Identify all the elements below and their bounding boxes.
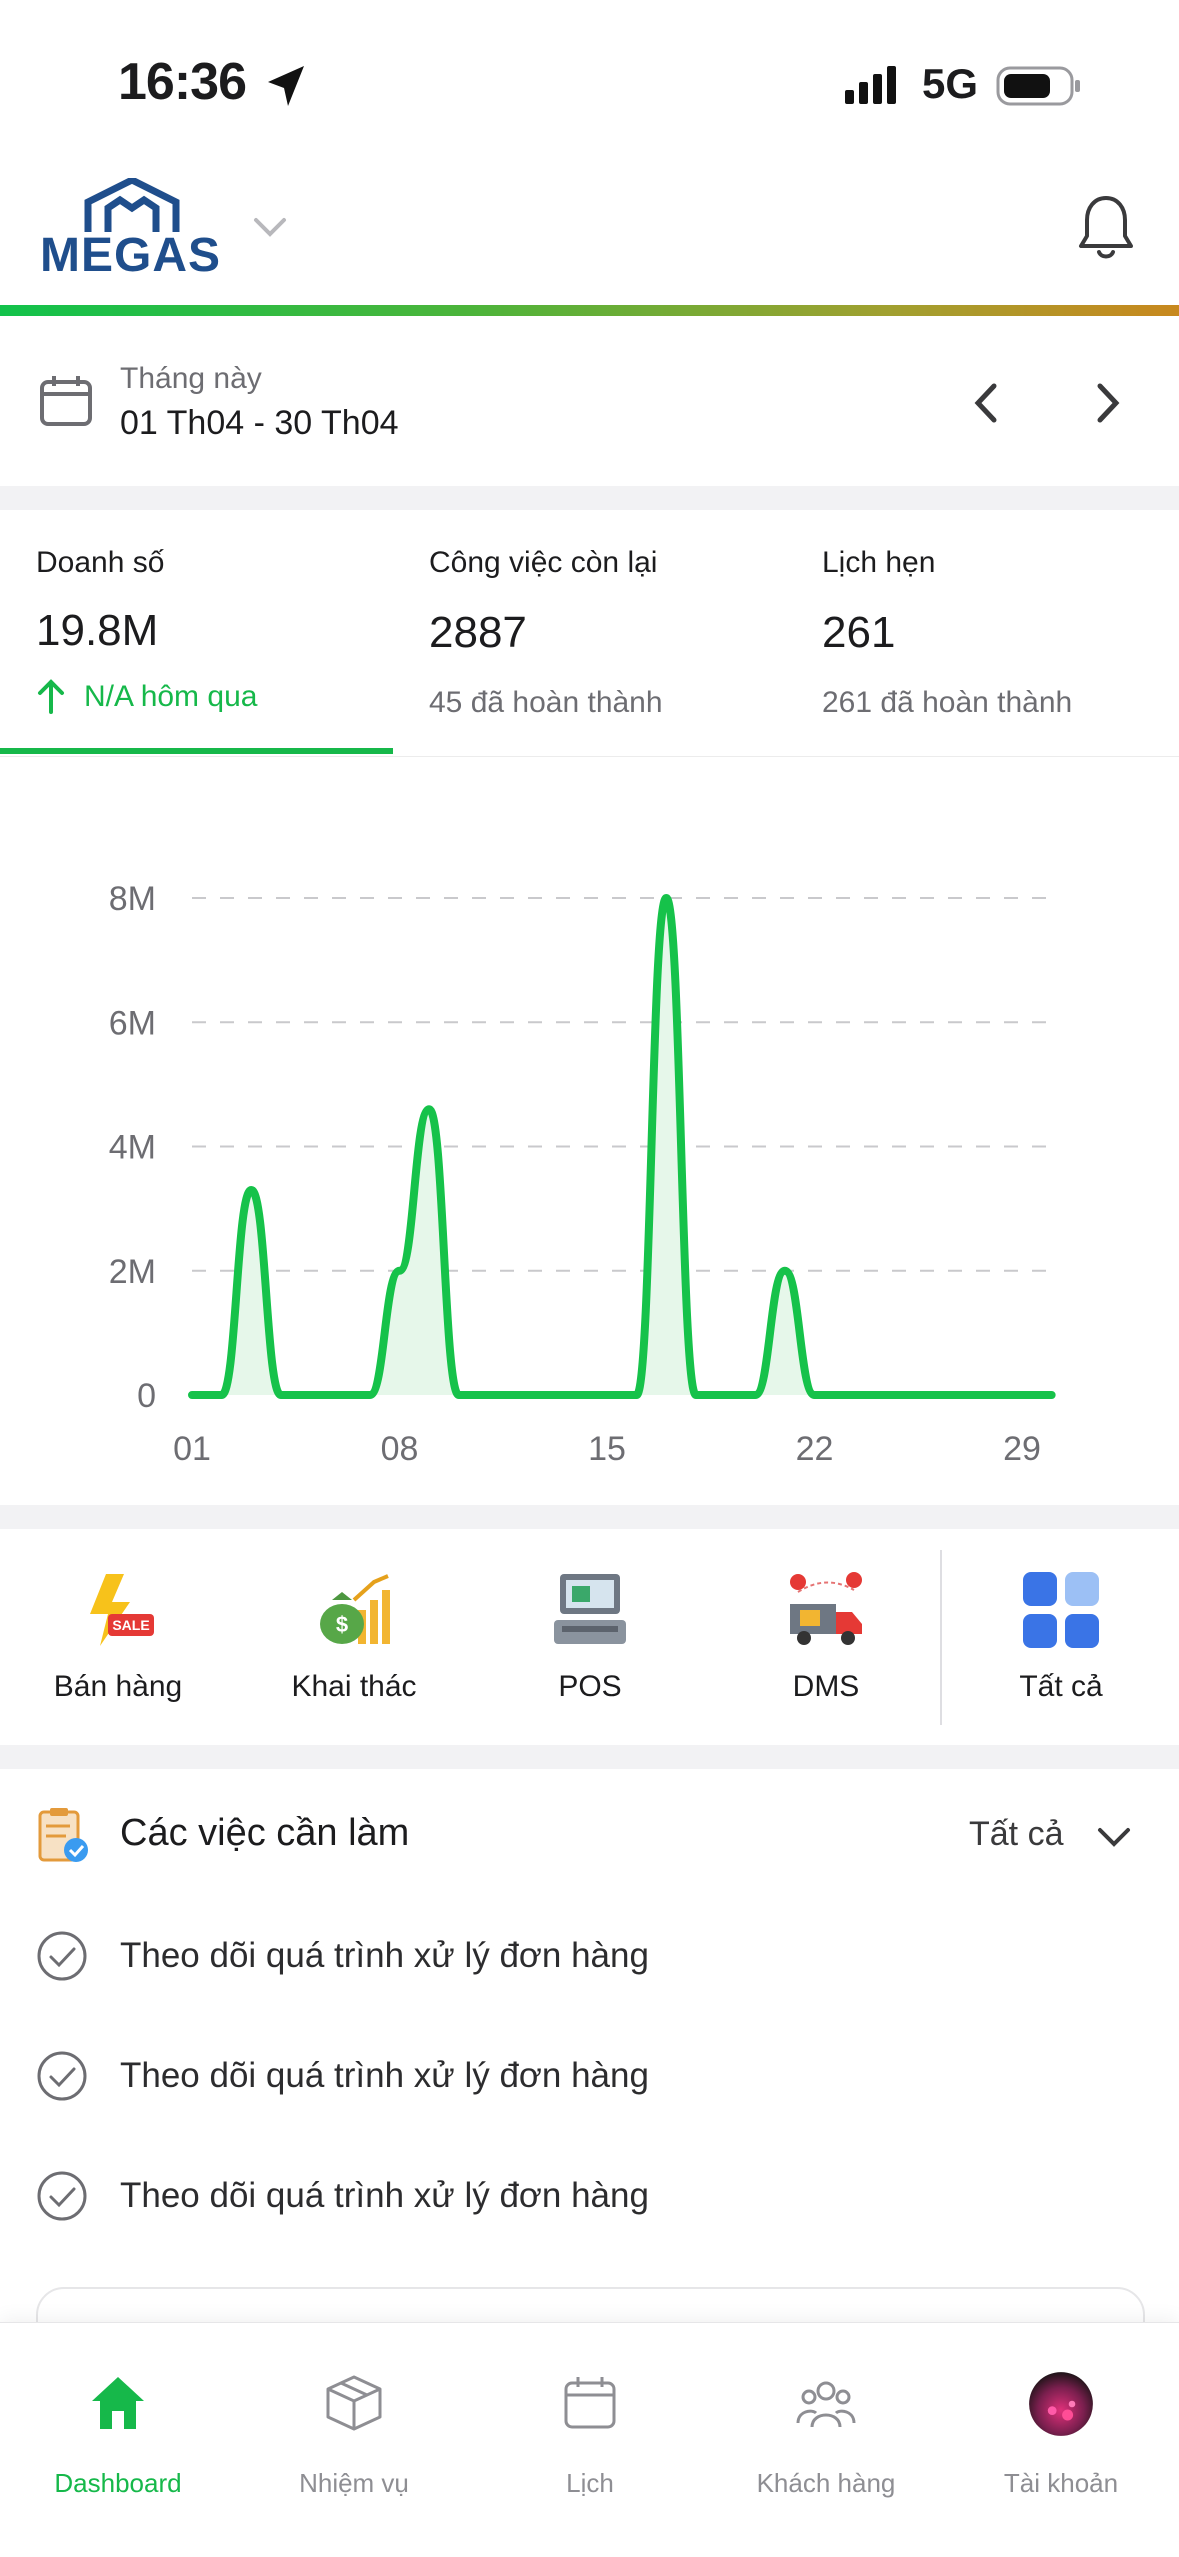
kpi-active-indicator	[0, 748, 393, 754]
quick-action-label: Tất cả	[1019, 1670, 1103, 1703]
money-growth-icon: $	[320, 1574, 390, 1644]
kpi-title: Công việc còn lại	[429, 546, 658, 579]
nav-label: Tài khoản	[1003, 2468, 1119, 2498]
quick-action-sale[interactable]: SALE Bán hàng	[0, 1545, 236, 1725]
nav-tasks[interactable]: Nhiệm vụ	[236, 2353, 472, 2503]
sale-lightning-icon: SALE	[90, 1574, 154, 1646]
svg-text:$: $	[336, 1612, 348, 1637]
chevron-down-icon[interactable]	[1094, 1820, 1134, 1854]
chart-y-tick-label: 0	[137, 1377, 156, 1415]
chart-y-tick-label: 2M	[109, 1253, 156, 1291]
pos-terminal-icon	[554, 1574, 626, 1644]
signal-icon	[845, 66, 896, 104]
kpi-divider	[0, 756, 1179, 757]
todo-item[interactable]: Theo dõi quá trình xử lý đơn hàng	[0, 2152, 1179, 2242]
kpi-sub: 45 đã hoàn thành	[429, 686, 663, 719]
quick-action-all[interactable]: Tất cả	[943, 1545, 1179, 1725]
home-icon	[92, 2377, 144, 2429]
nav-label: Nhiệm vụ	[299, 2468, 409, 2498]
nav-label: Dashboard	[54, 2468, 182, 2498]
date-range-value: 01 Th04 - 30 Th04	[120, 404, 399, 442]
check-circle-icon[interactable]	[36, 2050, 88, 2102]
quick-action-exploit[interactable]: $ Khai thác	[236, 1545, 472, 1725]
avatar-icon	[1029, 2372, 1093, 2436]
nav-calendar[interactable]: Lịch	[472, 2353, 708, 2503]
nav-label: Lịch	[566, 2468, 614, 2498]
check-circle-icon[interactable]	[36, 2170, 88, 2222]
grid-apps-icon	[1023, 1572, 1099, 1648]
chart-x-tick-label: 29	[1003, 1430, 1041, 1468]
calendar-icon	[40, 376, 92, 426]
location-arrow-icon	[268, 66, 304, 106]
chevron-right-icon[interactable]	[1088, 378, 1128, 428]
todo-item-text: Theo dõi quá trình xử lý đơn hàng	[120, 1936, 649, 1975]
quick-action-label: Khai thác	[291, 1670, 417, 1703]
box-icon	[326, 2375, 382, 2431]
arrow-up-icon	[38, 679, 64, 714]
nav-dashboard[interactable]: Dashboard	[0, 2353, 236, 2503]
section-gap	[0, 1745, 1179, 1769]
chevron-left-icon[interactable]	[966, 378, 1006, 428]
todo-item[interactable]: Theo dõi quá trình xử lý đơn hàng	[0, 2032, 1179, 2122]
quick-action-label: POS	[558, 1670, 622, 1703]
todo-item-text: Theo dõi quá trình xử lý đơn hàng	[120, 2176, 649, 2215]
nav-account[interactable]: Tài khoản	[943, 2353, 1179, 2503]
battery-icon	[996, 66, 1080, 106]
kpi-sub: N/A hôm qua	[84, 680, 258, 713]
kpi-value: 2887	[429, 608, 527, 657]
bell-icon[interactable]	[1075, 192, 1137, 264]
nav-label: Khách hàng	[756, 2468, 896, 2498]
delivery-truck-icon	[790, 1572, 862, 1645]
header-divider	[0, 305, 1179, 316]
quick-action-label: DMS	[792, 1670, 860, 1703]
kpi-value: 19.8M	[36, 606, 159, 655]
sales-chart: 0 2M 4M 6M 8M 01 08 15 22 29	[109, 880, 1060, 1468]
chart-x-tick-label: 15	[588, 1430, 626, 1468]
clipboard-icon	[38, 1808, 88, 1862]
quick-action-label: Bán hàng	[53, 1670, 183, 1703]
chart-x-tick-label: 01	[173, 1430, 211, 1468]
chart-x-tick-label: 22	[796, 1430, 834, 1468]
calendar-icon	[564, 2377, 616, 2429]
chart-y-tick-label: 6M	[109, 1004, 156, 1042]
kpi-tasks[interactable]: Công việc còn lại 2887 45 đã hoàn thành	[393, 510, 786, 756]
section-gap	[0, 1505, 1179, 1529]
kpi-sales[interactable]: Doanh số 19.8M N/A hôm qua	[0, 510, 393, 756]
section-gap	[0, 486, 1179, 510]
todo-item-text: Theo dõi quá trình xử lý đơn hàng	[120, 2056, 649, 2095]
status-time: 16:36	[118, 53, 247, 111]
date-range-label: Tháng này	[120, 362, 262, 395]
kpi-title: Doanh số	[36, 546, 165, 579]
chart-y-tick-label: 4M	[109, 1129, 156, 1167]
todo-filter[interactable]: Tất cả	[969, 1815, 1063, 1854]
chevron-down-icon[interactable]	[250, 212, 290, 242]
kpi-appointments[interactable]: Lịch hẹn 261 261 đã hoàn thành	[786, 510, 1179, 756]
quick-action-separator	[940, 1550, 942, 1725]
quick-action-pos[interactable]: POS	[472, 1545, 708, 1725]
network-type: 5G	[922, 60, 979, 107]
todo-item[interactable]: Theo dõi quá trình xử lý đơn hàng	[0, 1912, 1179, 2002]
kpi-value: 261	[822, 608, 896, 657]
kpi-title: Lịch hẹn	[822, 546, 936, 579]
bottom-nav: Dashboard Nhiệm vụ Lịch Khách hàng Tài k…	[0, 2322, 1179, 2557]
todo-title: Các việc cần làm	[120, 1812, 410, 1854]
chart-y-tick-label: 8M	[109, 880, 156, 918]
kpi-sub: 261 đã hoàn thành	[822, 686, 1073, 719]
megas-logo-mark	[84, 178, 180, 232]
logo-text: MEGAS	[40, 229, 222, 282]
chart-x-tick-label: 08	[381, 1430, 419, 1468]
svg-text:SALE: SALE	[112, 1617, 149, 1633]
check-circle-icon[interactable]	[36, 1930, 88, 1982]
nav-customers[interactable]: Khách hàng	[708, 2353, 944, 2503]
customers-icon	[796, 2381, 856, 2428]
quick-action-dms[interactable]: DMS	[708, 1545, 944, 1725]
